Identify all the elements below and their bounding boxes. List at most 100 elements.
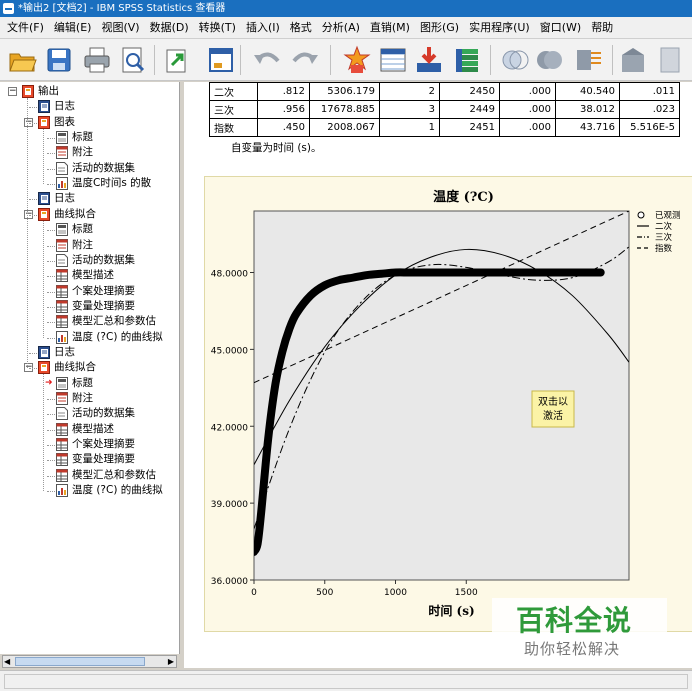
menu-item-2[interactable]: 视图(V): [96, 17, 144, 39]
print-icon[interactable]: [82, 45, 112, 75]
tree-connector: [47, 260, 55, 262]
menu-item-0[interactable]: 文件(F): [2, 17, 49, 39]
table-cell: .011: [619, 82, 680, 101]
table-cell: .450: [257, 118, 310, 137]
collapse-toggle-icon[interactable]: −: [8, 87, 17, 96]
menu-item-3[interactable]: 数据(D): [145, 17, 194, 39]
toolbar: [0, 39, 692, 81]
tree-connector: [29, 199, 37, 201]
outline-horizontal-scrollbar[interactable]: ◀ ▶: [2, 655, 177, 668]
table-cell: 2008.067: [309, 118, 380, 137]
show-all-icon[interactable]: [656, 45, 686, 75]
save-icon[interactable]: [44, 45, 74, 75]
menu-item-5[interactable]: 插入(I): [241, 17, 285, 39]
output-book-icon: [38, 361, 50, 375]
tree-connector: [29, 122, 37, 124]
content-pane[interactable]: 二次 .812 5306.179 2 2450.000 40.540.011 三次 .956 1…: [184, 82, 692, 668]
chart-doc-icon: [56, 330, 68, 344]
notes-doc-icon: [56, 146, 68, 160]
menu-item-12[interactable]: 帮助: [586, 17, 618, 39]
table-row: 二次 .812 5306.179 2 2450.000 40.540.011: [209, 82, 680, 101]
undo-icon[interactable]: [252, 45, 282, 75]
tree-connector: [43, 220, 44, 338]
toolbar-separator: [612, 45, 613, 75]
table-doc-icon: [56, 422, 68, 436]
scroll-thumb[interactable]: [15, 657, 145, 666]
toolbar-separator: [330, 45, 331, 75]
tree-connector: [47, 337, 55, 339]
title-doc-icon: [56, 223, 68, 237]
table-cell: 5.516E-5: [619, 118, 680, 137]
export-icon[interactable]: [162, 45, 192, 75]
curve-fit-chart[interactable]: 温度 (?C) 36.0000 39.0000 42.0000 45.0000 48.00…: [205, 177, 692, 633]
y-tick-label: 39.0000: [211, 500, 248, 510]
goto-case-icon[interactable]: [378, 45, 408, 75]
menu-item-6[interactable]: 格式: [285, 17, 317, 39]
weight-cases-icon[interactable]: [534, 45, 564, 75]
tree-connector: [47, 399, 55, 400]
variables-icon[interactable]: [452, 45, 482, 75]
row-header-cell: 三次: [209, 100, 258, 119]
table-cell: 2451: [439, 118, 500, 137]
svg-text:激活: 激活: [543, 409, 563, 422]
table-cell: 2449: [439, 100, 500, 119]
menu-item-10[interactable]: 实用程序(U): [464, 17, 535, 39]
menu-item-11[interactable]: 窗口(W): [535, 17, 586, 39]
legend-label: 三次: [655, 232, 673, 243]
table-cell: 43.716: [555, 118, 620, 137]
tree-node-label: 个案处理摘要: [72, 284, 135, 297]
tree-node-label: 标题: [72, 131, 93, 144]
tree-node-label: 模型描述: [72, 422, 114, 435]
scroll-right-arrow-icon[interactable]: ▶: [168, 657, 174, 666]
x-tick-label: 500: [316, 588, 333, 598]
tree-connector: [47, 291, 55, 293]
goto-data-icon[interactable]: [342, 45, 372, 75]
outline-pane[interactable]: 输出 − 日志 图表 − 标题 附注 活动的数据集 温度C时间s 的散 日志 曲线拟合 − 标题 附注 活动…: [0, 82, 180, 654]
tree-node-label: 日志: [54, 192, 75, 205]
tree-node-label: 变量处理摘要: [72, 299, 135, 312]
table-doc-icon: [56, 315, 68, 329]
watermark-subtitle: 助你轻松解决: [524, 640, 621, 658]
notes-doc-icon: [56, 238, 68, 252]
table-cell: 2: [379, 82, 440, 101]
tree-node-label: 输出: [38, 85, 59, 97]
menu-item-8[interactable]: 直销(M): [365, 17, 415, 39]
menu-item-1[interactable]: 编辑(E): [49, 17, 97, 39]
tree-node-label: 温度C时间s 的散: [72, 177, 152, 190]
use-sets-icon[interactable]: [618, 45, 648, 75]
title-doc-icon: [56, 376, 68, 390]
output-book-icon: [38, 115, 50, 129]
menu-item-9[interactable]: 图形(G): [415, 17, 464, 39]
menu-item-7[interactable]: 分析(A): [317, 17, 365, 39]
tree-connector: [29, 107, 37, 109]
legend-label: 已观测: [655, 211, 681, 221]
tree-node-label: 图表: [54, 115, 75, 128]
row-header-cell: 指数: [209, 118, 258, 137]
goto-variable-icon[interactable]: [414, 45, 444, 75]
toolbar-separator: [154, 45, 155, 75]
open-folder-icon[interactable]: [8, 45, 38, 75]
y-tick-label: 48.0000: [211, 270, 248, 280]
chart-frame[interactable]: 温度 (?C) 36.0000 39.0000 42.0000 45.0000 48.00…: [204, 176, 692, 632]
scroll-left-arrow-icon[interactable]: ◀: [4, 657, 10, 666]
menu-item-4[interactable]: 转换(T): [194, 17, 241, 39]
tree-node-label: 模型描述: [72, 269, 114, 282]
spss-app-icon: [3, 3, 14, 14]
table-cell: .812: [257, 82, 310, 101]
table-cell: 3: [379, 100, 440, 119]
recall-dialog-icon[interactable]: [206, 45, 236, 75]
table-doc-icon: [56, 453, 68, 467]
tree-connector: [29, 368, 37, 370]
tree-node-label: 变量处理摘要: [72, 453, 135, 466]
row-header-cell: 二次: [209, 82, 258, 101]
x-tick-label: 1000: [384, 588, 407, 598]
value-labels-icon[interactable]: [574, 45, 604, 75]
tree-node-label: 标题: [72, 223, 93, 236]
select-cases-icon[interactable]: [500, 45, 530, 75]
chart-doc-icon: [56, 484, 68, 498]
tree-node-label: 个案处理摘要: [72, 438, 135, 451]
redo-icon[interactable]: [290, 45, 320, 75]
print-preview-icon[interactable]: [118, 45, 148, 75]
y-tick-label: 42.0000: [211, 423, 248, 433]
activate-tooltip[interactable]: 双击以激活: [531, 390, 575, 428]
